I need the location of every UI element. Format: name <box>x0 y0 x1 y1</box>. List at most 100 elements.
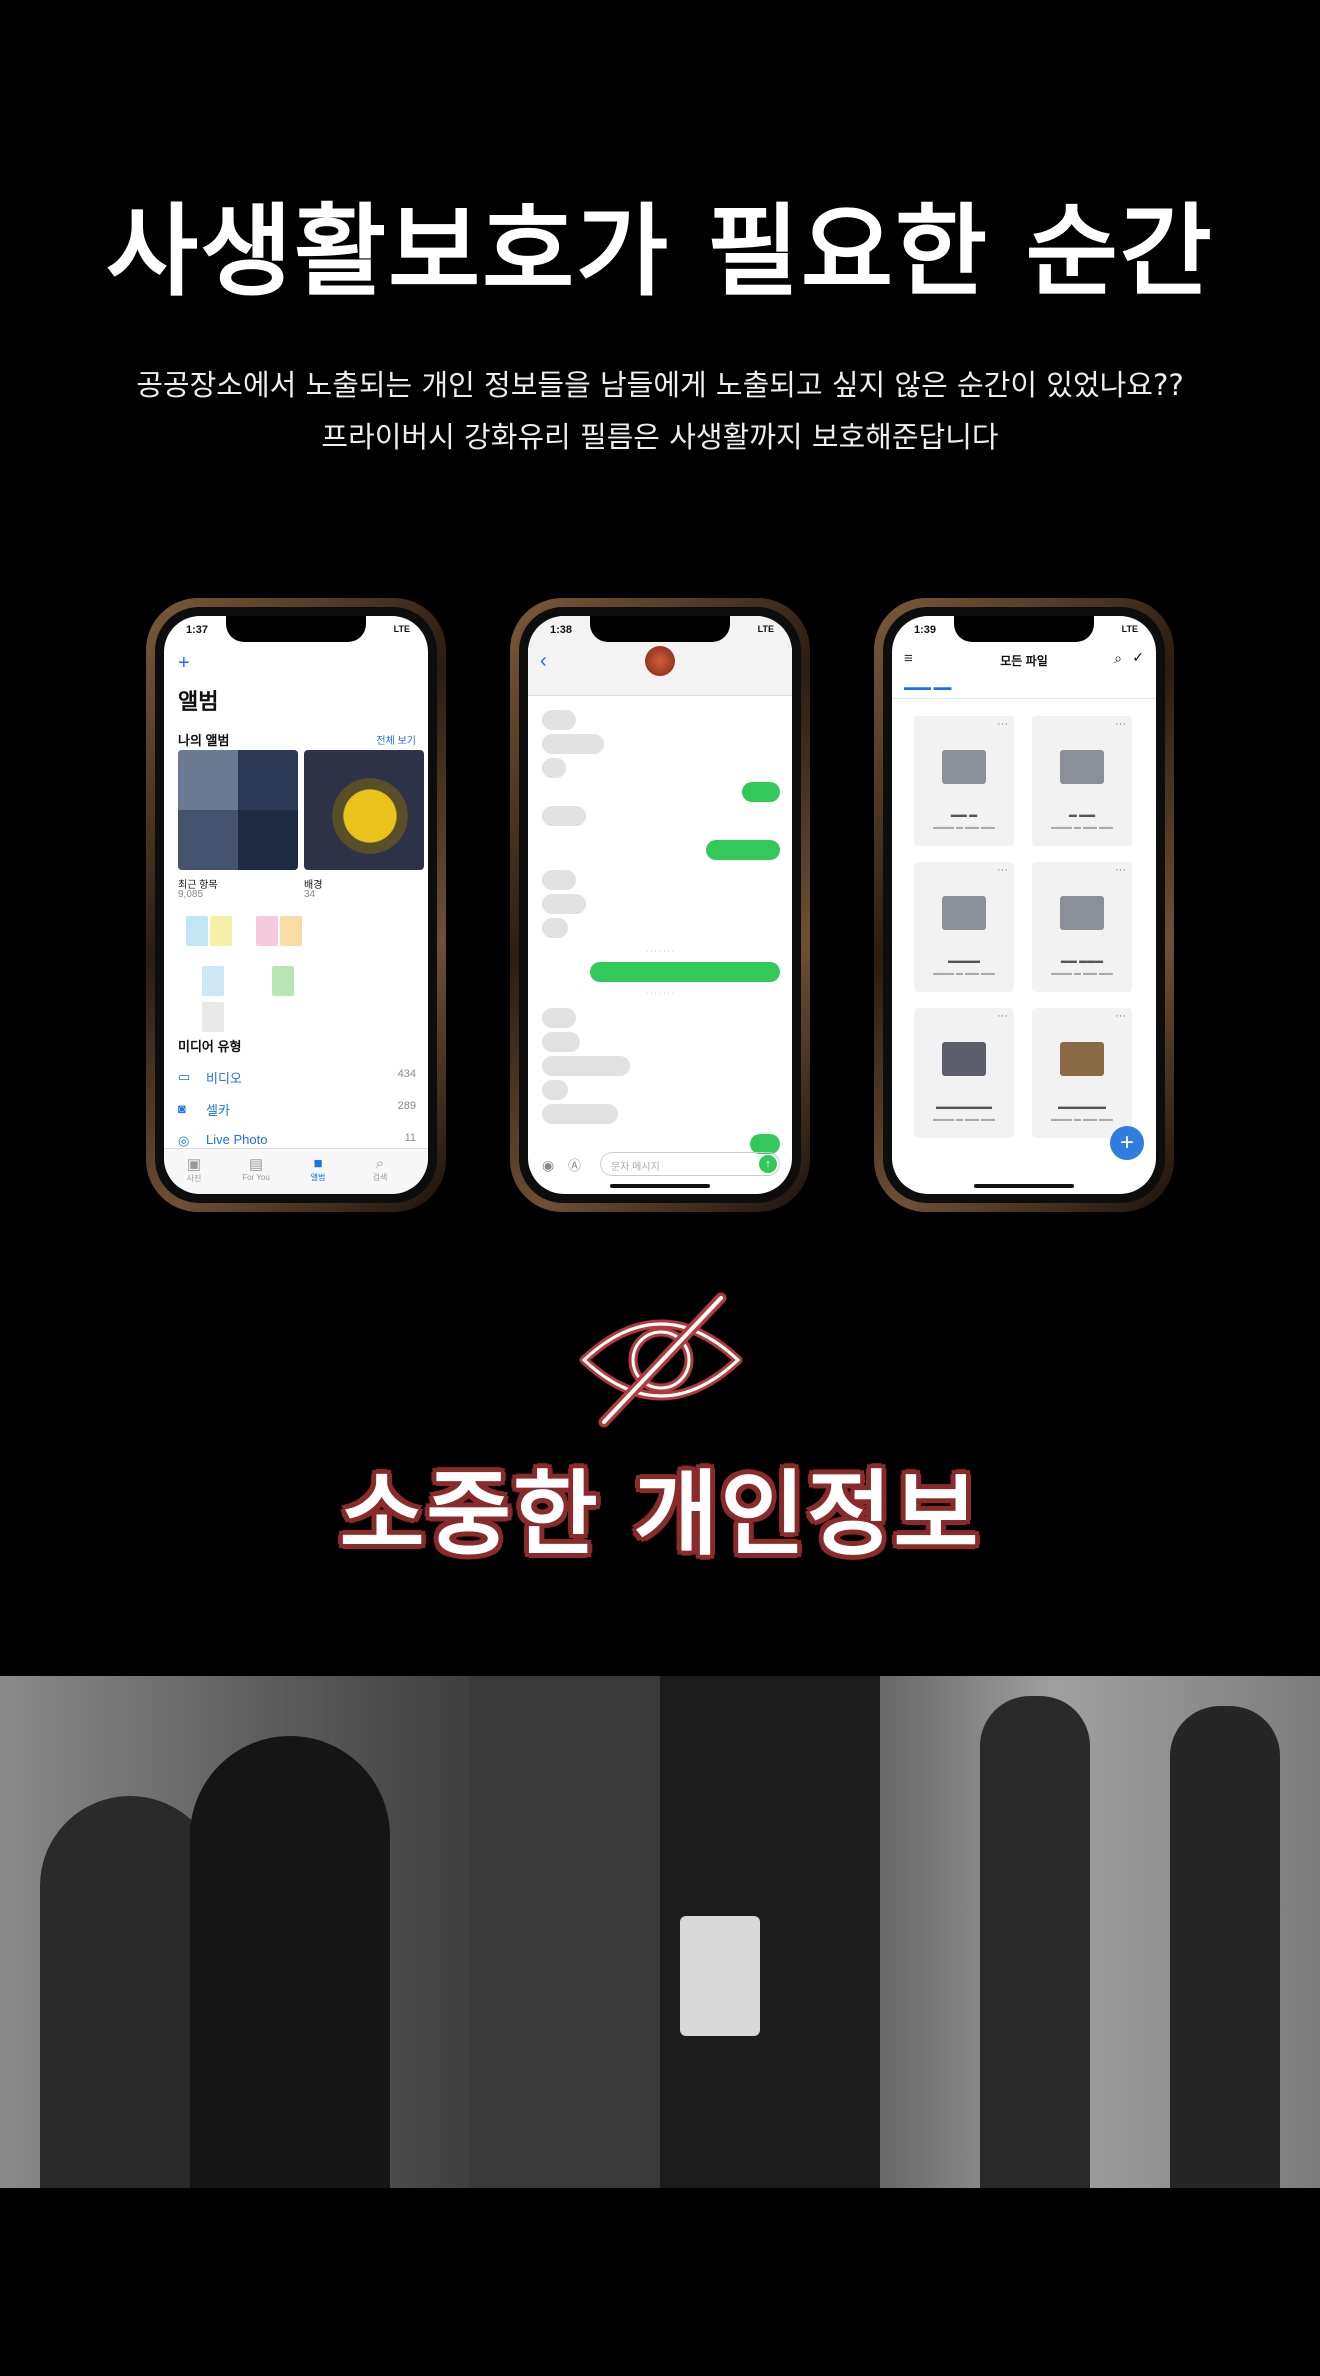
status-signal: LTE <box>1121 624 1138 634</box>
message-bubble-sent-blurred <box>742 782 780 802</box>
message-bubble-received-blurred <box>542 734 604 754</box>
tab-photos[interactable]: ▣ 사진 <box>164 1155 224 1184</box>
messages-screen: ‹ 1:38 LTE · · · · · · · · · · · · · · ◉… <box>528 616 792 1194</box>
more-icon[interactable]: ··· <box>997 864 1008 876</box>
message-bubble-received-blurred <box>542 1056 630 1076</box>
status-time: 1:37 <box>186 624 209 636</box>
zip-file-icon <box>1060 1042 1104 1076</box>
message-bubble-sent-blurred <box>706 840 780 860</box>
folder-icon <box>1060 896 1104 930</box>
message-bubble-received-blurred <box>542 870 576 890</box>
media-row-video[interactable]: ▭ 비디오 434 <box>178 1068 416 1088</box>
message-bubble-received-blurred <box>542 710 576 730</box>
files-screen: 1:39 LTE ≡ 모든 파일 ⌕ ✓ ▬▬▬ ▬▬ ··· ▬▬ ▬ ▬▬▬ ▬… <box>892 616 1156 1194</box>
tab-bar: ▣ 사진 ▤ For You ■ 앨범 ⌕ 검색 <box>164 1148 428 1194</box>
tab-for-you[interactable]: ▤ For You <box>226 1155 286 1182</box>
album-thumbnail-recents[interactable] <box>178 750 298 870</box>
tab-albums[interactable]: ■ 앨범 <box>288 1155 348 1183</box>
message-bubble-received-blurred <box>542 758 566 778</box>
file-icon <box>942 1042 986 1076</box>
timestamp-blurred: · · · · · · · <box>646 990 674 997</box>
search-icon: ⌕ <box>375 1155 385 1172</box>
album-count: 34 <box>304 889 316 900</box>
media-row-selfie[interactable]: ◙ 셀카 289 <box>178 1100 416 1120</box>
memo-thumbnail <box>202 1002 224 1032</box>
status-time: 1:38 <box>550 624 573 636</box>
more-icon[interactable]: ··· <box>997 718 1008 730</box>
memo-thumbnail <box>280 916 302 946</box>
memo-thumbnail <box>210 916 232 946</box>
photos-icon: ▣ <box>186 1156 202 1173</box>
memo-thumbnail <box>202 966 224 996</box>
more-icon[interactable]: ··· <box>1115 718 1126 730</box>
message-bubble-sent-blurred <box>750 1134 780 1154</box>
subtitle-line-2: 프라이버시 강화유리 필름은 사생활까지 보호해준답니다 <box>321 420 999 454</box>
memo-thumbnail <box>272 966 294 996</box>
memo-thumbnail <box>256 916 278 946</box>
divider <box>892 698 1156 699</box>
storage-path-blurred: ▬▬▬ ▬▬ <box>904 682 952 692</box>
slogan-text: 소중한 개인정보 <box>339 1461 981 1568</box>
folder-card[interactable]: ··· ▬ ▬▬ ▬▬▬ ▬ ▬▬ ▬▬ <box>1032 716 1132 846</box>
for-you-icon: ▤ <box>248 1156 264 1173</box>
phone-notch <box>590 616 730 642</box>
albums-title: 앨범 <box>178 689 219 714</box>
more-icon[interactable]: ··· <box>1115 864 1126 876</box>
selfie-icon: ◙ <box>178 1101 186 1116</box>
tab-search[interactable]: ⌕ 검색 <box>350 1155 410 1183</box>
contact-avatar <box>645 646 675 676</box>
subtitle-line-1: 공공장소에서 노출되는 개인 정보들을 남들에게 노출되고 싶지 않은 순간이 … <box>136 368 1184 402</box>
camera-icon[interactable]: ◉ <box>542 1157 554 1174</box>
message-input[interactable]: 문자 메시지 <box>600 1152 780 1176</box>
file-card[interactable]: ··· ▬▬▬▬▬▬▬ ▬▬▬ ▬ ▬▬ ▬▬ <box>914 1008 1014 1138</box>
message-bubble-received-blurred <box>542 806 586 826</box>
send-arrow-icon[interactable]: ↑ <box>759 1155 777 1173</box>
file-card[interactable]: ··· ▬▬▬▬▬▬ ▬▬▬ ▬ ▬▬ ▬▬ <box>1032 1008 1132 1138</box>
back-chevron-icon[interactable]: ‹ <box>540 650 547 673</box>
home-indicator <box>974 1184 1074 1188</box>
phone-photos-app: 1:37 LTE + 앨범 나의 앨범 전체 보기 최근 항목 9,085 배경… <box>146 598 446 1212</box>
message-bubble-received-blurred <box>542 1080 568 1100</box>
phone-messages-app: ‹ 1:38 LTE · · · · · · · · · · · · · · ◉… <box>510 598 810 1212</box>
folder-icon <box>942 750 986 784</box>
message-bubble-sent-blurred <box>590 962 780 982</box>
memo-thumbnail <box>186 916 208 946</box>
more-icon[interactable]: ··· <box>1115 1010 1126 1022</box>
folder-icon <box>942 896 986 930</box>
check-icon[interactable]: ✓ <box>1132 649 1144 666</box>
album-count: 9,085 <box>178 889 204 900</box>
message-bubble-received-blurred <box>542 1008 576 1028</box>
folder-icon <box>1060 750 1104 784</box>
message-bubble-received-blurred <box>542 894 586 914</box>
more-icon[interactable]: ··· <box>997 1010 1008 1022</box>
eye-slash-icon <box>579 1292 743 1428</box>
files-header: ≡ 모든 파일 ⌕ ✓ <box>892 646 1156 676</box>
folder-card[interactable]: ··· ▬▬▬▬ ▬▬▬ ▬ ▬▬ ▬▬ <box>914 862 1014 992</box>
folder-card[interactable]: ··· ▬▬ ▬▬▬ ▬▬▬ ▬ ▬▬ ▬▬ <box>1032 862 1132 992</box>
album-thumbnail-wallpaper[interactable] <box>304 750 424 870</box>
timestamp-blurred: · · · · · · · <box>646 948 674 955</box>
message-bubble-received-blurred <box>542 1104 618 1124</box>
app-store-icon[interactable]: Ⓐ <box>568 1155 581 1174</box>
see-all-link[interactable]: 전체 보기 <box>376 732 416 747</box>
message-bubble-received-blurred <box>542 1032 580 1052</box>
albums-icon: ■ <box>313 1155 323 1172</box>
add-fab-button[interactable]: + <box>1110 1126 1144 1160</box>
phone-notch <box>226 616 366 642</box>
status-time: 1:39 <box>914 624 937 636</box>
status-signal: LTE <box>757 624 774 634</box>
home-indicator <box>610 1184 710 1188</box>
phone-files-app: 1:39 LTE ≡ 모든 파일 ⌕ ✓ ▬▬▬ ▬▬ ··· ▬▬ ▬ ▬▬▬ ▬… <box>874 598 1174 1212</box>
search-icon[interactable]: ⌕ <box>1114 650 1122 667</box>
video-icon: ▭ <box>178 1069 191 1084</box>
my-albums-heading: 나의 앨범 <box>178 733 230 748</box>
phone-notch <box>954 616 1094 642</box>
message-bubble-received-blurred <box>542 918 568 938</box>
page-headline: 사생활보호가 필요한 순간 <box>106 193 1214 310</box>
people-using-phones-photo <box>0 1676 1320 2188</box>
media-types-heading: 미디어 유형 <box>178 1039 242 1054</box>
plus-icon[interactable]: + <box>178 652 190 675</box>
folder-card[interactable]: ··· ▬▬ ▬ ▬▬▬ ▬ ▬▬ ▬▬ <box>914 716 1014 846</box>
photos-screen: 1:37 LTE + 앨범 나의 앨범 전체 보기 최근 항목 9,085 배경… <box>164 616 428 1194</box>
live-photo-icon: ◎ <box>178 1133 190 1148</box>
